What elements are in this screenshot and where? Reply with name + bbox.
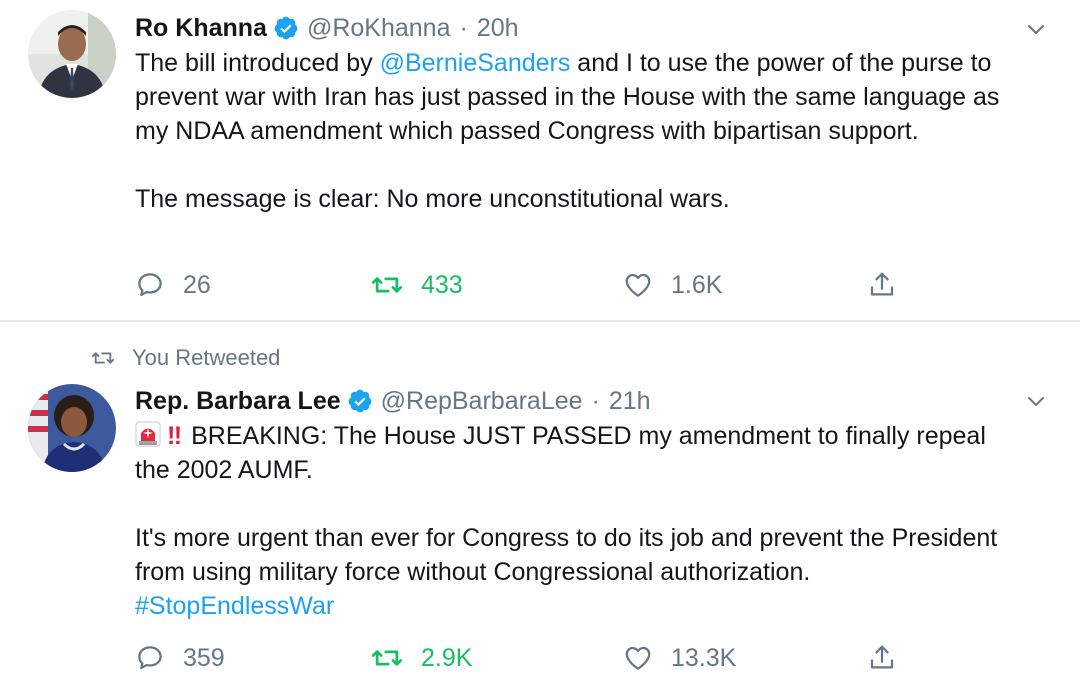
tweet-barbara-lee[interactable]: You Retweeted Rep. Barbara Lee @RepBarba… <box>0 322 1080 692</box>
tweet-content: Rep. Barbara Lee @RepBarbaraLee · 21h ‼ … <box>135 383 1010 623</box>
tweet-ro-khanna[interactable]: Ro Khanna @RoKhanna · 20h The bill intro… <box>0 0 1080 320</box>
share-upload-icon <box>870 272 894 296</box>
handle[interactable]: @RepBarbaraLee <box>381 387 583 416</box>
reply-button[interactable]: 359 <box>135 638 225 678</box>
reply-button[interactable]: 26 <box>135 265 211 305</box>
tweet-paragraph: The message is clear: No more unconstitu… <box>135 185 730 213</box>
verified-badge-icon <box>273 15 299 41</box>
retweet-arrows-icon <box>371 650 403 666</box>
like-count: 13.3K <box>671 643 737 672</box>
like-button[interactable]: 1.6K <box>623 265 722 305</box>
reply-bubble-icon <box>138 273 162 297</box>
retweet-count: 433 <box>421 270 463 299</box>
avatar[interactable] <box>28 384 116 472</box>
heart-outline-icon <box>625 273 651 297</box>
reply-bubble-icon <box>138 646 162 670</box>
like-button[interactable]: 13.3K <box>623 638 736 678</box>
share-button[interactable] <box>867 638 915 678</box>
tweet-header: Rep. Barbara Lee @RepBarbaraLee · 21h <box>135 383 1010 419</box>
retweet-count: 2.9K <box>421 643 473 672</box>
display-name[interactable]: Ro Khanna <box>135 14 267 43</box>
tweet-text: The bill introduced by @BernieSanders an… <box>135 46 1010 216</box>
heart-outline-icon <box>625 646 651 670</box>
social-context-label: You Retweeted <box>132 345 281 370</box>
social-context: You Retweeted <box>90 344 280 372</box>
tweet-actions: 359 2.9K 13.3K <box>135 638 915 678</box>
avatar[interactable] <box>28 10 116 98</box>
retweet-button[interactable]: 433 <box>371 265 463 305</box>
verified-badge-icon <box>347 388 373 414</box>
reply-count: 359 <box>183 643 225 672</box>
tweet-actions: 26 433 1.6K <box>135 265 915 305</box>
timestamp[interactable]: 21h <box>609 387 651 416</box>
display-name[interactable]: Rep. Barbara Lee <box>135 387 341 416</box>
tweet-header: Ro Khanna @RoKhanna · 20h <box>135 10 1010 46</box>
mention-link[interactable]: @BernieSanders <box>380 49 571 77</box>
rotating-light-emoji <box>135 421 161 447</box>
retweet-arrows-icon <box>371 277 403 293</box>
tweet-content: Ro Khanna @RoKhanna · 20h The bill intro… <box>135 10 1010 216</box>
double-exclamation-emoji: ‼ <box>167 422 184 450</box>
tweet-text-part: BREAKING: The House JUST PASSED my amend… <box>135 422 986 484</box>
chevron-down-icon[interactable] <box>1026 20 1046 40</box>
like-count: 1.6K <box>671 270 723 299</box>
chevron-down-icon[interactable] <box>1026 392 1046 412</box>
tweet-paragraph: It's more urgent than ever for Congress … <box>135 524 998 586</box>
separator: · <box>459 13 468 42</box>
tweet-text: ‼ BREAKING: The House JUST PASSED my amen… <box>135 419 1010 623</box>
hashtag-link[interactable]: #StopEndlessWar <box>135 592 334 620</box>
separator: · <box>591 386 600 415</box>
share-upload-icon <box>870 645 894 669</box>
share-button[interactable] <box>867 265 915 305</box>
reply-count: 26 <box>183 270 211 299</box>
timestamp[interactable]: 20h <box>477 14 519 43</box>
timeline: Ro Khanna @RoKhanna · 20h The bill intro… <box>0 0 1080 692</box>
retweet-button[interactable]: 2.9K <box>371 638 472 678</box>
tweet-text-part: The bill introduced by <box>135 49 380 77</box>
retweet-arrows-icon <box>91 352 115 364</box>
handle[interactable]: @RoKhanna <box>307 14 451 43</box>
